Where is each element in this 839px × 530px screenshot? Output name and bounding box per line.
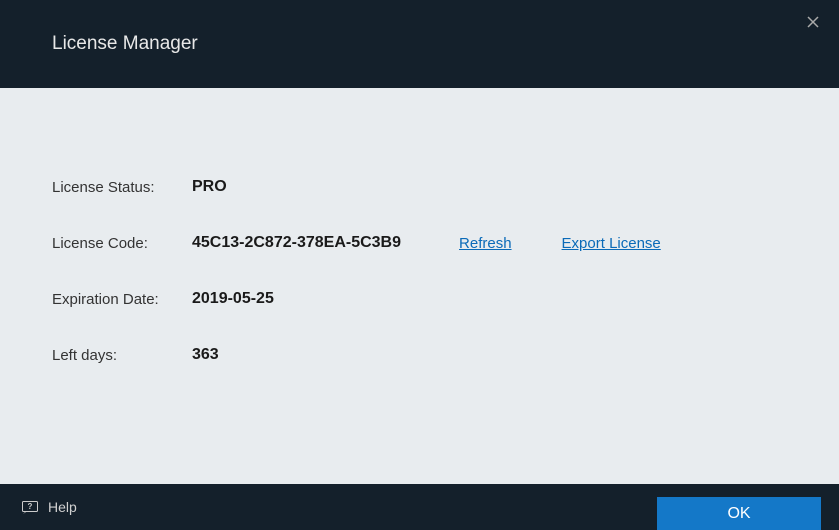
content-area: License Status: PRO License Code: 45C13-… [0, 88, 839, 422]
help-link[interactable]: ? Help [22, 499, 77, 515]
left-days-label: Left days: [52, 347, 192, 364]
license-status-row: License Status: PRO [52, 178, 787, 196]
export-license-link[interactable]: Export License [562, 235, 661, 252]
expiration-date-row: Expiration Date: 2019-05-25 [52, 290, 787, 308]
close-button[interactable] [801, 10, 825, 34]
expiration-date-label: Expiration Date: [52, 291, 192, 308]
license-status-label: License Status: [52, 179, 192, 196]
left-days-row: Left days: 363 [52, 346, 787, 364]
close-icon [807, 16, 819, 28]
ok-button-label: OK [727, 505, 750, 523]
license-links: Refresh Export License [459, 235, 661, 252]
svg-text:?: ? [28, 502, 33, 511]
license-code-row: License Code: 45C13-2C872-378EA-5C3B9 Re… [52, 234, 787, 252]
title-bar: License Manager [0, 0, 839, 88]
footer-bar: ? Help OK [0, 484, 839, 530]
help-icon: ? [22, 501, 38, 514]
expiration-date-value: 2019-05-25 [192, 290, 274, 308]
window-title: License Manager [52, 33, 198, 55]
left-days-value: 363 [192, 346, 219, 364]
help-label: Help [48, 499, 77, 515]
license-code-label: License Code: [52, 235, 192, 252]
refresh-link[interactable]: Refresh [459, 235, 512, 252]
license-code-value: 45C13-2C872-378EA-5C3B9 [192, 234, 401, 252]
license-status-value: PRO [192, 178, 227, 196]
ok-button[interactable]: OK [657, 497, 821, 530]
